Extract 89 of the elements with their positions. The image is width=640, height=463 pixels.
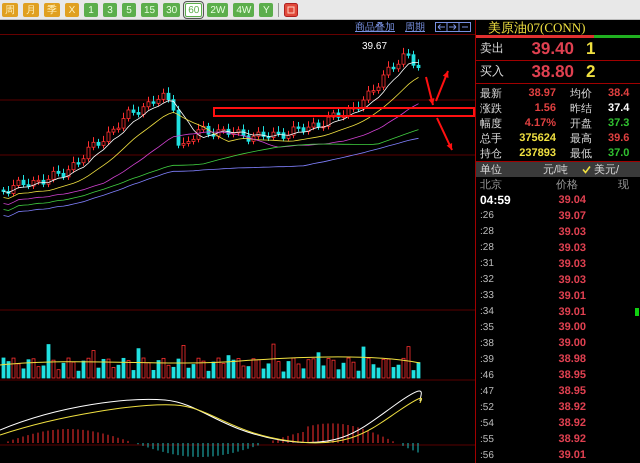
stat-value: 39.6 <box>608 132 630 144</box>
stat-label: 最新 <box>479 86 503 101</box>
up-arrow <box>435 70 449 102</box>
scroll-arrows-icon[interactable] <box>435 22 471 32</box>
stat-label: 持仓 <box>479 146 503 161</box>
period-button[interactable]: X <box>65 2 79 16</box>
order-quantity: 1 <box>586 38 596 59</box>
stat-value: 375624 <box>518 132 556 144</box>
stat-value: 37.4 <box>608 102 630 114</box>
tick-time: :55 <box>479 434 495 445</box>
period-button[interactable]: 5 <box>122 2 136 16</box>
tick-price: 38.92 <box>557 433 586 446</box>
period-button[interactable]: 1 <box>84 2 98 16</box>
stat-value: 38.4 <box>608 87 630 100</box>
tick-price: 39.00 <box>557 321 586 334</box>
period-button[interactable]: 月 <box>23 2 39 16</box>
tick-price: 39.04 <box>557 194 586 206</box>
stat-label: 涨跌 <box>479 102 503 116</box>
column-header: 现 <box>618 178 629 192</box>
tick-time: :32 <box>479 274 495 286</box>
tick-time: :56 <box>479 450 495 461</box>
period-button[interactable]: 4W <box>233 2 254 16</box>
tick-price: 39.03 <box>557 242 586 254</box>
stat-label: 开盘 <box>570 116 593 131</box>
unit-value: 元/吨 <box>542 162 568 177</box>
stat-label: 昨结 <box>570 102 593 116</box>
tick-time: :34 <box>479 306 495 318</box>
tick-price: 38.95 <box>557 385 586 398</box>
tick-price: 39.03 <box>557 258 586 270</box>
order-price: 39.40 <box>530 38 574 59</box>
period-button[interactable]: 30 <box>163 2 180 16</box>
stat-value: 37.3 <box>608 117 630 130</box>
tick-time: :35 <box>479 322 495 333</box>
tick-price: 39.03 <box>557 226 586 238</box>
stat-label: 幅度 <box>479 116 503 131</box>
chart-link[interactable]: 周期 <box>405 20 425 34</box>
tick-price: 39.07 <box>557 210 586 222</box>
period-button[interactable]: 季 <box>44 2 60 16</box>
stat-label: 最低 <box>570 146 593 161</box>
column-header: 价格 <box>555 178 578 192</box>
stat-label: 最高 <box>570 132 593 146</box>
high-price-label: 39.67 <box>362 41 388 52</box>
stat-label: 均价 <box>570 86 593 101</box>
tick-price: 39.01 <box>557 306 586 318</box>
column-header: 北京 <box>479 178 503 192</box>
tick-time: :31 <box>479 258 495 270</box>
tick-price: 39.00 <box>557 337 586 350</box>
tick-time: :28 <box>479 226 495 238</box>
period-button[interactable]: 2W <box>207 2 228 16</box>
tick-time: 04:59 <box>479 192 512 207</box>
chart-link[interactable]: 商品叠加 <box>355 20 395 34</box>
tick-time: :33 <box>479 290 495 302</box>
order-quantity: 2 <box>586 62 596 82</box>
tick-time: :28 <box>479 242 495 254</box>
tick-time: :47 <box>479 386 495 397</box>
unit-label: 单位 <box>479 162 503 177</box>
tick-time: :52 <box>479 402 495 413</box>
tick-price: 39.03 <box>557 274 586 286</box>
tick-price: 39.01 <box>557 290 586 302</box>
tick-price: 38.92 <box>557 417 586 430</box>
down-arrow <box>425 76 434 106</box>
down-arrow <box>436 118 453 150</box>
tick-price: 38.92 <box>557 401 586 414</box>
unit-option[interactable]: 美元/ <box>594 162 620 177</box>
tick-price: 39.01 <box>557 449 586 462</box>
tick-time: :46 <box>479 370 495 381</box>
stat-value: 1.56 <box>534 102 556 114</box>
stat-value: 37.0 <box>608 147 630 160</box>
tick-time: :39 <box>479 354 495 365</box>
stat-value: 4.17% <box>524 117 556 130</box>
stat-value: 38.97 <box>527 87 556 100</box>
order-price: 38.80 <box>530 62 574 82</box>
stat-value: 237893 <box>518 147 556 160</box>
period-button[interactable]: 3 <box>103 2 117 16</box>
tick-price: 38.98 <box>557 353 586 366</box>
period-button[interactable]: 15 <box>141 2 158 16</box>
tick-time: :38 <box>479 338 495 349</box>
tick-time: :26 <box>479 210 495 222</box>
period-button[interactable]: 周 <box>2 2 18 16</box>
order-label: 卖出 <box>479 40 505 58</box>
tick-price: 38.95 <box>557 369 586 382</box>
period-button[interactable]: 60 <box>185 2 202 16</box>
period-button[interactable]: Y <box>259 2 274 16</box>
checkmark-icon[interactable] <box>582 164 591 174</box>
instrument-title: 美原油07(CONN) <box>487 20 586 35</box>
stat-label: 总手 <box>479 132 503 146</box>
order-label: 买入 <box>479 63 505 80</box>
toolbar-square-icon[interactable] <box>284 2 298 16</box>
tick-time: :54 <box>479 418 495 429</box>
